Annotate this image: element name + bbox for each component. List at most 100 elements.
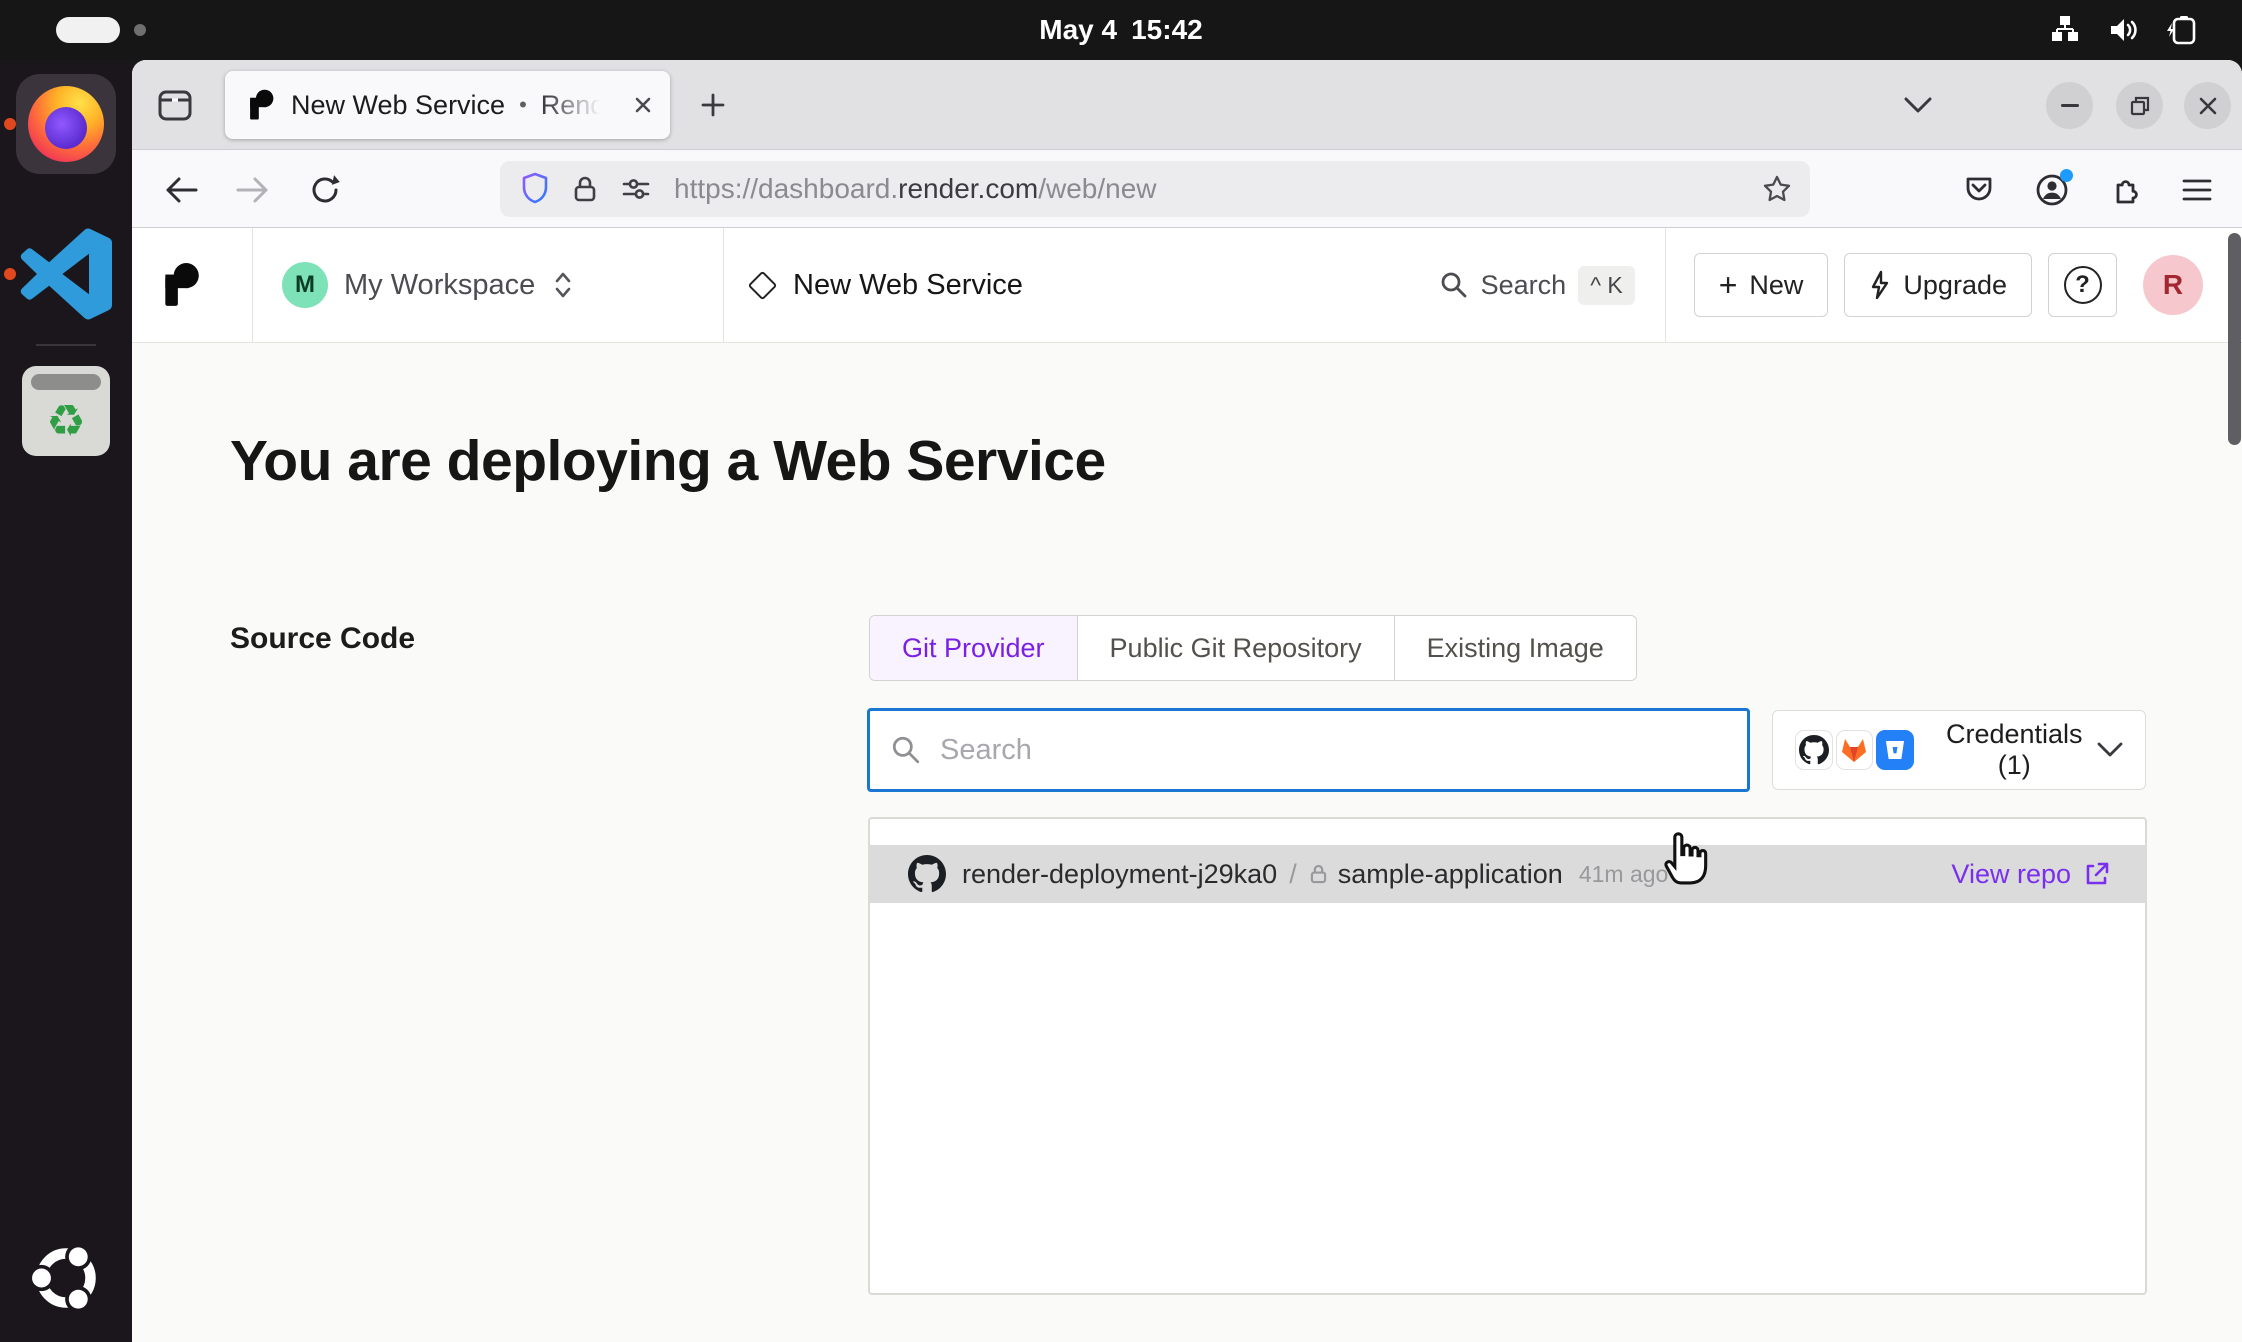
global-search-button[interactable]: Search ^ K [1439,266,1635,305]
repo-row[interactable]: render-deployment-j29ka0 / sample-applic… [870,845,2145,903]
ubuntu-logo-icon [24,1236,108,1320]
workspace-avatar: M [282,262,328,308]
upgrade-button[interactable]: Upgrade [1844,253,2032,317]
repo-owner: render-deployment-j29ka0 [962,859,1277,890]
firefox-running-dot [4,118,16,130]
dock-trash[interactable]: ♻ [16,366,116,456]
dock: ♻ [0,60,132,1342]
firefox-view-icon [156,87,194,123]
browser-tab[interactable]: New Web Service • Rend [225,71,670,139]
external-link-icon [2083,860,2111,888]
tab-close-button[interactable] [632,94,654,116]
clock-date: May 4 [1039,14,1117,46]
credentials-label: Credentials (1) [1932,719,2097,781]
repo-search-input[interactable] [940,734,1727,767]
source-code-label: Source Code [230,622,415,656]
reload-button[interactable] [298,163,352,217]
window-maximize-button[interactable] [2116,82,2163,129]
private-lock-icon [1309,863,1328,885]
header-divider [723,228,724,342]
search-label: Search [1481,270,1567,301]
menu-button[interactable] [2170,163,2224,217]
dock-firefox[interactable] [16,74,116,174]
chevron-down-icon [1903,96,1933,114]
url-path: /web/new [1038,173,1156,204]
user-avatar[interactable]: R [2143,255,2203,315]
bitbucket-icon [1882,737,1908,763]
help-button[interactable]: ? [2048,253,2117,317]
url-bar[interactable]: https://dashboard.render.com/web/new [500,161,1810,217]
lock-icon[interactable] [572,174,598,204]
close-icon [632,94,654,116]
tab-separator-dot: • [519,92,527,118]
firefox-view-button[interactable] [150,82,200,128]
github-chip [1795,730,1833,770]
app-header: M My Workspace New Web Service Search ^ … [132,228,2242,343]
url-text: https://dashboard.render.com/web/new [674,173,1157,205]
updown-chevron-icon [551,269,575,301]
minimize-icon [2061,104,2079,107]
hamburger-icon [2182,178,2212,202]
forward-icon [236,176,270,204]
github-icon [1799,735,1829,765]
new-button[interactable]: + New [1694,253,1829,317]
gitlab-icon [1839,735,1869,765]
gitlab-chip [1836,730,1874,770]
page-title: New Web Service [793,269,1023,302]
search-icon [1439,270,1469,300]
header-divider [1665,228,1666,342]
tab-strip: New Web Service • Rend [132,60,2242,150]
reload-icon [309,174,341,206]
tab-git-provider[interactable]: Git Provider [870,616,1078,680]
back-button[interactable] [154,163,208,217]
extensions-button[interactable] [2098,163,2152,217]
firefox-icon [16,74,116,174]
dock-divider [36,344,96,346]
render-logo[interactable] [162,262,200,308]
tab-public-git-repository[interactable]: Public Git Repository [1078,616,1395,680]
chevron-down-icon [2097,742,2123,758]
pocket-button[interactable] [1952,163,2006,217]
new-tab-button[interactable] [688,82,738,128]
window-minimize-button[interactable] [2046,82,2093,129]
browser-toolbar: https://dashboard.render.com/web/new [132,151,2242,228]
forward-button[interactable] [226,163,280,217]
workspace-selector[interactable]: M My Workspace [282,228,575,342]
header-actions: Search ^ K + New Upgrade ? R [1439,228,2203,342]
lightning-icon [1869,270,1891,300]
repo-separator: / [1289,859,1297,890]
dock-show-apps[interactable] [16,1236,116,1320]
tab-existing-image[interactable]: Existing Image [1395,616,1636,680]
plus-icon: + [1719,269,1738,301]
back-icon [164,176,198,204]
star-icon [1762,174,1792,204]
dock-vscode[interactable] [16,228,116,320]
plus-icon [700,92,726,118]
repo-updated-time: 41m ago [1579,861,1669,888]
pocket-icon [1963,175,1995,205]
source-tabs: Git Provider Public Git Repository Exist… [869,615,1637,681]
scrollbar-thumb[interactable] [2228,233,2241,445]
account-notification-dot [2060,169,2073,182]
clock[interactable]: May 4 15:42 [0,0,2242,60]
search-icon [890,734,922,766]
view-repo-link[interactable]: View repo [1951,859,2111,890]
bookmark-star-button[interactable] [1762,174,1792,204]
tab-list-button[interactable] [1892,82,1944,128]
puzzle-icon [2109,174,2141,206]
question-icon: ? [2064,266,2102,304]
shield-icon [520,172,550,206]
credentials-dropdown[interactable]: Credentials (1) [1772,710,2146,790]
window-close-button[interactable] [2184,82,2231,129]
browser-window: New Web Service • Rend [132,60,2242,1342]
repo-results-panel: render-deployment-j29ka0 / sample-applic… [868,817,2147,1295]
system-top-bar: May 4 15:42 [0,0,2242,60]
account-button[interactable] [2025,163,2079,217]
header-divider [252,228,253,342]
system-tray[interactable] [2048,0,2202,60]
close-icon [2197,95,2219,117]
permissions-sliders-icon[interactable] [620,176,652,202]
vscode-icon [20,228,112,320]
url-domain: render.com [898,173,1038,204]
network-icon [2048,15,2082,45]
